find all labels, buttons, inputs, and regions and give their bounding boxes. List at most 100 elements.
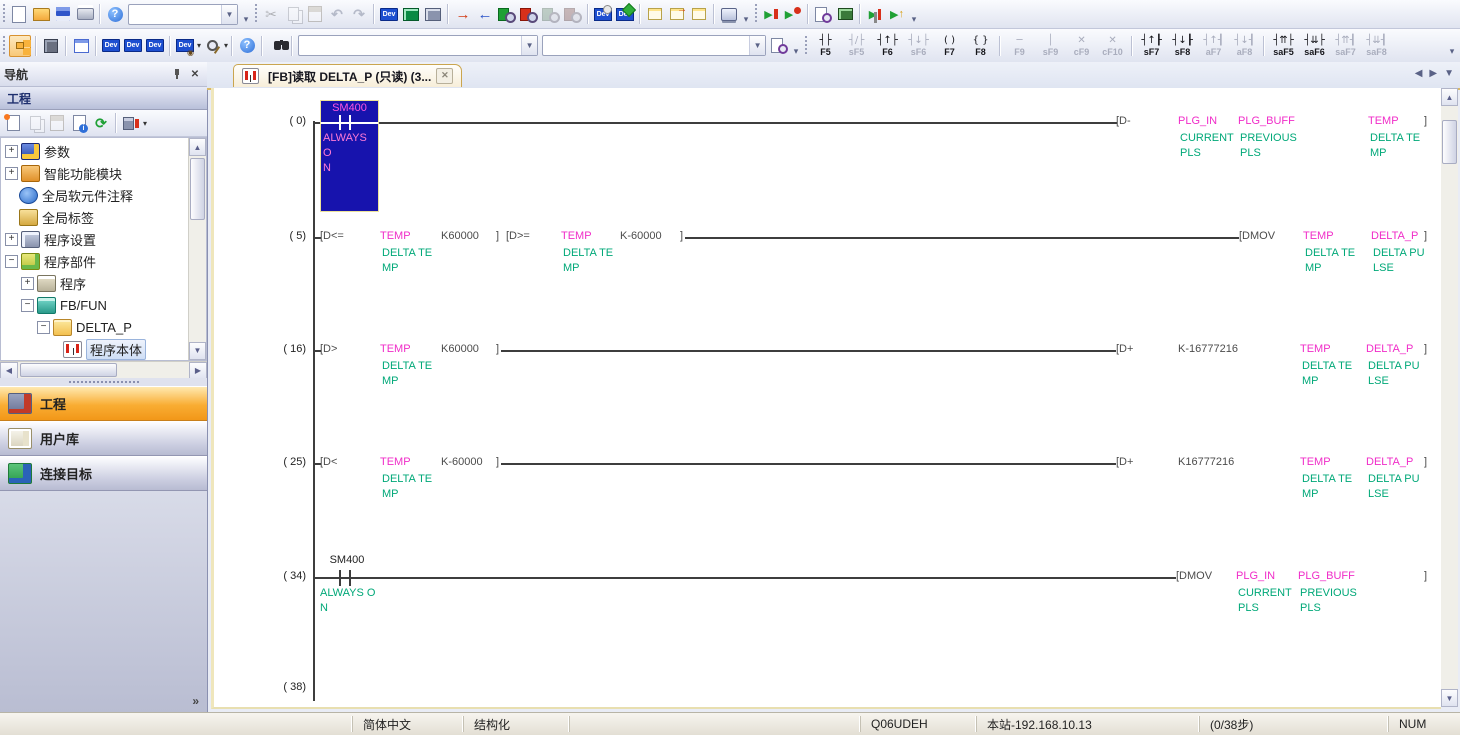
tab-fb-delta-p[interactable]: [FB]读取 DELTA_P (只读) (3... ✕	[233, 64, 462, 87]
device-monitor-on-icon[interactable]	[593, 4, 613, 24]
toolbar-grip[interactable]	[3, 4, 5, 24]
open-project-icon[interactable]	[31, 4, 51, 24]
print-icon[interactable]	[75, 4, 95, 24]
device-monitor-off-icon[interactable]	[615, 4, 635, 24]
output-window-icon[interactable]	[71, 36, 91, 56]
tree-item-program[interactable]: +程序	[1, 272, 188, 294]
stop-watch-icon[interactable]	[783, 4, 803, 24]
ladder-falling-pulse-close-branch-button[interactable]: ┤⇊┨saF8	[1361, 31, 1392, 60]
ladder-falling-pulse-button[interactable]: ┤↓┠sF8	[1167, 31, 1198, 60]
toolbar-overflow-icon[interactable]: ▾	[790, 35, 802, 57]
sampling-trace-icon[interactable]	[835, 4, 855, 24]
navigation-toggle-icon[interactable]	[9, 35, 31, 57]
toolbar-grip[interactable]	[255, 4, 257, 24]
upload-icon[interactable]	[475, 4, 495, 24]
combo-dropdown-icon[interactable]: ▼	[521, 36, 537, 55]
device-memory-icon[interactable]	[123, 36, 143, 56]
expander[interactable]: −	[37, 321, 50, 334]
more-buttons-icon[interactable]: »	[192, 694, 199, 708]
dropdown-arrow-icon[interactable]: ▾	[197, 41, 201, 50]
function-block-icon[interactable]	[41, 36, 61, 56]
toolbar-overflow-icon[interactable]: ▾	[908, 3, 920, 25]
scan-time-icon[interactable]	[865, 4, 885, 24]
copy-icon[interactable]	[283, 4, 303, 24]
scrollbar-thumb[interactable]	[1442, 120, 1457, 164]
tree-item-intelligent-module[interactable]: +智能功能模块	[1, 162, 188, 184]
statement-icon[interactable]	[667, 4, 687, 24]
scroll-down-icon[interactable]: ▼	[1441, 689, 1458, 707]
expander[interactable]: +	[5, 167, 18, 180]
ladder-open-branch-button[interactable]: ┤↑├F6	[872, 31, 903, 60]
expander[interactable]: +	[5, 145, 18, 158]
dropdown-arrow-icon[interactable]: ▾	[224, 41, 228, 50]
nav-button-user-library[interactable]: 用户库	[0, 421, 207, 456]
device-search-icon[interactable]	[813, 4, 833, 24]
ladder-rising-pulse-branch-button[interactable]: ┤↑┨aF7	[1198, 31, 1229, 60]
tree-horizontal-scrollbar[interactable]: ◀ ▶	[0, 361, 207, 378]
tree-item-program-setting[interactable]: +程序设置	[1, 228, 188, 250]
device-find-icon[interactable]	[202, 36, 222, 56]
tree-item-pou[interactable]: −程序部件	[1, 250, 188, 272]
ladder-rising-pulse-close-button[interactable]: ┤⇈├saF5	[1268, 31, 1299, 60]
editor-vertical-scrollbar[interactable]: ▲ ▼	[1441, 88, 1458, 707]
start-monitor-icon[interactable]	[497, 4, 517, 24]
nav-button-connection[interactable]: 连接目标	[0, 456, 207, 491]
note-icon[interactable]	[689, 4, 709, 24]
pin-icon[interactable]	[169, 67, 185, 82]
ladder-application-instruction-button[interactable]: { }F8	[965, 31, 996, 60]
tree-item-fbfun[interactable]: −FB/FUN	[1, 294, 188, 316]
device-combo[interactable]: ▼	[542, 35, 766, 56]
nav-button-project[interactable]: 工程	[0, 386, 207, 421]
find-icon[interactable]	[267, 36, 287, 56]
tree-item-global-device-comment[interactable]: 全局软元件注释	[1, 184, 188, 206]
ladder-closed-branch-button[interactable]: ┤↓├sF6	[903, 31, 934, 60]
monitor-write-icon[interactable]	[563, 4, 583, 24]
paste-icon[interactable]	[47, 113, 67, 133]
device-comment-icon[interactable]	[101, 36, 121, 56]
save-project-icon[interactable]	[53, 4, 73, 24]
tree-item-delta-p[interactable]: −DELTA_P	[1, 316, 188, 338]
ladder-falling-pulse-close-button[interactable]: ┤⇊├saF6	[1299, 31, 1330, 60]
combo-dropdown-icon[interactable]: ▼	[749, 36, 765, 55]
ladder-rising-pulse-button[interactable]: ┤↑┠sF7	[1136, 31, 1167, 60]
scroll-up-icon[interactable]: ▲	[189, 138, 206, 156]
tab-scroll-right-icon[interactable]: ▶	[1429, 68, 1437, 79]
diagnostics-icon[interactable]	[887, 4, 907, 24]
help-icon[interactable]	[237, 36, 257, 56]
toolbar-grip[interactable]	[3, 36, 5, 56]
tab-close-icon[interactable]: ✕	[436, 68, 453, 84]
expander[interactable]: −	[21, 299, 34, 312]
device-display-icon[interactable]	[175, 36, 195, 56]
scroll-up-icon[interactable]: ▲	[1441, 88, 1458, 106]
close-icon[interactable]: ✕	[187, 67, 203, 82]
new-project-icon[interactable]	[9, 4, 29, 24]
ladder-vline-button[interactable]: │sF9	[1035, 31, 1066, 60]
write-to-plc-icon[interactable]	[379, 4, 399, 24]
find-combo[interactable]: ▼	[298, 35, 538, 56]
verify-with-plc-icon[interactable]	[423, 4, 443, 24]
expander[interactable]: −	[5, 255, 18, 268]
dropdown-arrow-icon[interactable]: ▾	[143, 119, 147, 128]
ladder-falling-pulse-branch-button[interactable]: ┤↓┨aF8	[1229, 31, 1260, 60]
ladder-editor[interactable]: ( 0) SM400 ALWAYS O N [D- PLG_IN CURRENT…	[211, 88, 1441, 709]
toolbar-grip[interactable]	[755, 4, 757, 24]
paste-icon[interactable]	[305, 4, 325, 24]
tab-list-icon[interactable]: ▼	[1444, 68, 1454, 79]
find-in-document-icon[interactable]	[769, 36, 789, 56]
monitor-mode-icon[interactable]	[541, 4, 561, 24]
project-combo[interactable]: ▼	[128, 4, 238, 25]
tree-item-program-body[interactable]: 程序本体	[1, 338, 188, 360]
toolbar-overflow-icon[interactable]: ▾	[740, 3, 752, 25]
help-icon[interactable]	[105, 4, 125, 24]
tree-vertical-scrollbar[interactable]: ▲ ▼	[188, 138, 206, 360]
cut-icon[interactable]	[261, 4, 281, 24]
expander[interactable]: +	[21, 277, 34, 290]
panel-splitter[interactable]	[0, 378, 207, 386]
refresh-icon[interactable]	[91, 113, 111, 133]
ladder-delete-vline-button[interactable]: ✕cF10	[1097, 31, 1128, 60]
ladder-hline-button[interactable]: ─F9	[1004, 31, 1035, 60]
comment-icon[interactable]	[645, 4, 665, 24]
add-item-icon[interactable]	[3, 113, 23, 133]
scrollbar-thumb[interactable]	[20, 363, 117, 377]
stop-monitor-icon[interactable]	[519, 4, 539, 24]
